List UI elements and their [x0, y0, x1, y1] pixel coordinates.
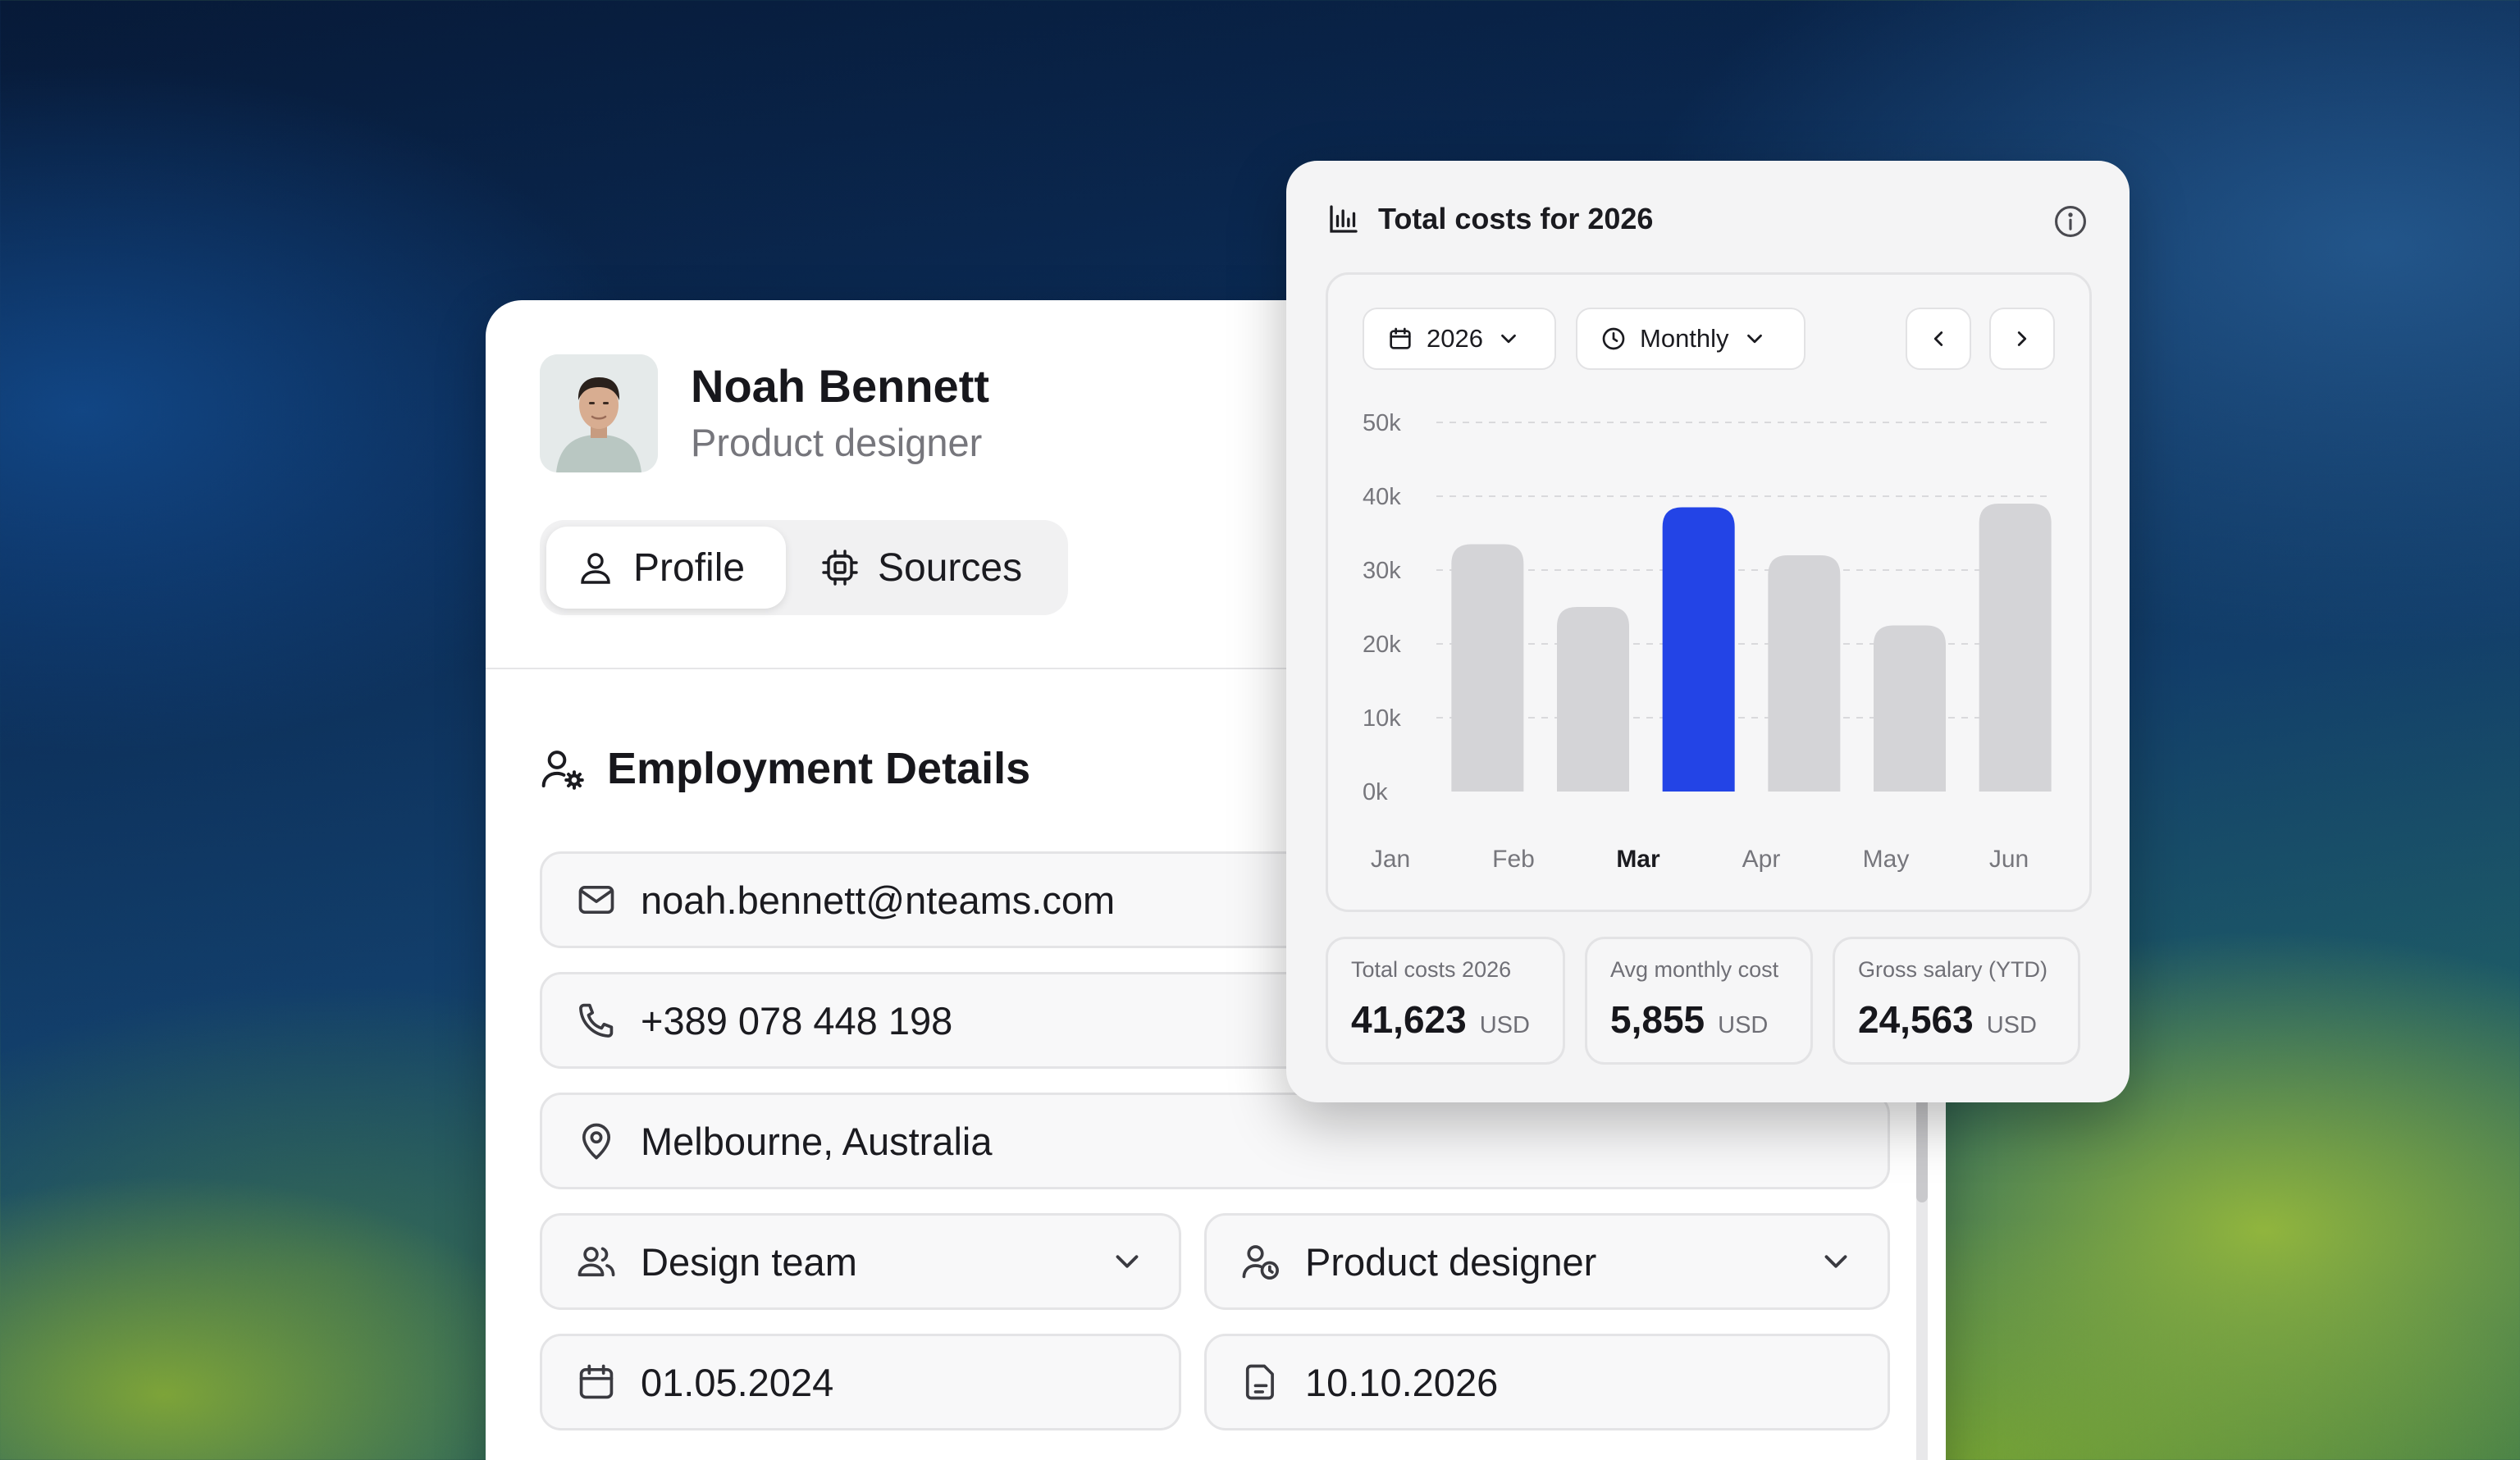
info-icon[interactable]	[2052, 203, 2089, 240]
y-tick-label: 20k	[1363, 632, 1401, 658]
y-tick-label: 30k	[1363, 558, 1401, 584]
y-tick-label: 0k	[1363, 779, 1388, 805]
x-tick-label: Jan	[1371, 846, 1410, 873]
stat-label: Gross salary (YTD)	[1858, 957, 2048, 982]
costs-header: Total costs for 2026	[1327, 202, 1653, 236]
bar-may	[1874, 625, 1946, 792]
stat-unit: USD	[1718, 1012, 1769, 1038]
bar-mar	[1662, 507, 1735, 792]
x-tick-label: Mar	[1616, 846, 1660, 873]
user-settings-icon	[541, 751, 584, 790]
x-tick-label: May	[1863, 846, 1910, 873]
employee-name: Noah Bennett	[691, 360, 989, 412]
chart-panel: 2026 Monthly 0k 10k 20k 30k 40k 50k Jan …	[1326, 272, 2092, 912]
cpu-icon	[822, 550, 858, 586]
location-value: Melbourne, Australia	[641, 1119, 993, 1163]
users-icon	[578, 1247, 615, 1277]
location-field[interactable]: Melbourne, Australia	[540, 1093, 1890, 1189]
mail-icon	[578, 885, 614, 915]
tab-sources-label: Sources	[878, 545, 1023, 590]
start-date-field[interactable]: 01.05.2024	[540, 1334, 1181, 1430]
tab-profile-label: Profile	[633, 545, 746, 590]
stat-value: 5,855	[1610, 998, 1705, 1041]
x-tick-label: Apr	[1742, 846, 1781, 873]
employment-details-title: Employment Details	[607, 744, 1031, 793]
phone-value: +389 078 448 198	[641, 998, 953, 1043]
avatar-image	[540, 354, 658, 472]
stat-avg-monthly-cost: Avg monthly cost 5,855 USD	[1585, 937, 1813, 1065]
phone-icon	[579, 1003, 614, 1038]
team-value: Design team	[641, 1239, 857, 1284]
bar-apr	[1768, 555, 1841, 792]
chevron-down-icon	[1116, 1255, 1139, 1268]
chevron-down-icon	[1824, 1255, 1847, 1268]
bar-feb	[1557, 607, 1629, 792]
x-tick-label: Jun	[1989, 846, 2029, 873]
team-select[interactable]: Design team	[540, 1213, 1181, 1310]
scrollbar-thumb[interactable]	[1916, 1088, 1928, 1202]
profile-tabs: Profile Sources	[540, 520, 1068, 615]
avatar[interactable]	[540, 354, 658, 472]
costs-bar-chart: 0k 10k 20k 30k 40k 50k Jan Feb Mar Apr May Jun	[1363, 410, 2052, 873]
stat-unit: USD	[1479, 1012, 1530, 1038]
location-pin-icon	[582, 1123, 611, 1160]
stat-gross-salary: Gross salary (YTD) 24,563 USD	[1833, 937, 2080, 1065]
bar-jan	[1451, 544, 1524, 792]
position-select[interactable]: Product designer	[1204, 1213, 1890, 1310]
end-date-value: 10.10.2026	[1305, 1360, 1499, 1404]
tab-profile[interactable]: Profile	[546, 527, 786, 609]
employee-role: Product designer	[691, 421, 983, 464]
section-title: Employment Details	[540, 743, 1030, 794]
costs-card: Total costs for 2026 2026 Monthly 0k 10k…	[1286, 161, 2130, 1102]
y-tick-label: 10k	[1363, 705, 1401, 732]
stat-total-costs: Total costs 2026 41,623 USD	[1326, 937, 1565, 1065]
calendar-icon	[579, 1364, 614, 1399]
bar-chart-icon	[1330, 205, 1358, 233]
scrollbar[interactable]	[1916, 1088, 1928, 1460]
tab-sources[interactable]: Sources	[791, 527, 1061, 609]
stat-label: Total costs 2026	[1351, 957, 1512, 982]
email-value: noah.bennett@nteams.com	[641, 878, 1116, 922]
stat-label: Avg monthly cost	[1610, 957, 1779, 982]
y-tick-label: 40k	[1363, 484, 1401, 510]
bar-jun	[1979, 504, 2052, 792]
user-icon	[581, 553, 610, 584]
position-value: Product designer	[1305, 1239, 1597, 1284]
x-tick-label: Feb	[1492, 846, 1535, 873]
start-date-value: 01.05.2024	[641, 1360, 834, 1404]
stat-value: 24,563	[1858, 998, 1974, 1041]
document-icon	[1245, 1364, 1274, 1400]
costs-title: Total costs for 2026	[1378, 202, 1654, 235]
user-clock-icon	[1242, 1245, 1279, 1280]
end-date-field[interactable]: 10.10.2026	[1204, 1334, 1890, 1430]
stat-unit: USD	[1986, 1012, 2037, 1038]
stat-value: 41,623	[1351, 998, 1467, 1041]
y-tick-label: 50k	[1363, 410, 1401, 436]
